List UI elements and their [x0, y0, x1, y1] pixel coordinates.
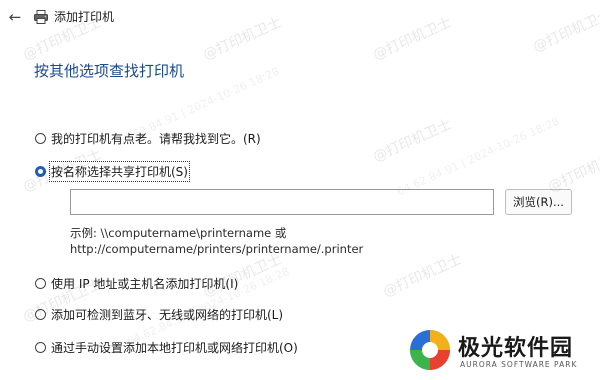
radio-button[interactable] — [35, 341, 46, 353]
brand-name: 极光软件园 — [458, 336, 574, 361]
radio-button[interactable] — [35, 132, 46, 144]
title-bar: ← 添加打印机 — [0, 0, 600, 34]
browse-button[interactable]: 浏览(R)... — [505, 189, 572, 215]
option-ip-address[interactable]: 使用 IP 地址或主机名添加打印机(I) — [35, 273, 238, 293]
window-title: 添加打印机 — [54, 10, 115, 24]
option-label: 使用 IP 地址或主机名添加打印机(I) — [51, 276, 239, 291]
watermark-sub: 64.62.84.91 | 2024-10-26 18:28 — [394, 114, 562, 199]
back-arrow-icon[interactable]: ← — [6, 8, 24, 26]
option-shared-by-name[interactable]: 按名称选择共享打印机(S) — [35, 160, 190, 182]
page-heading: 按其他选项查找打印机 — [34, 62, 185, 80]
example-line-1: 示例: \\computername\printername 或 — [70, 226, 287, 240]
watermark: @打印机卫士 — [380, 251, 465, 301]
radio-button[interactable] — [35, 277, 46, 289]
aurora-logo-icon — [410, 330, 450, 370]
example-line-2: http://computername/printers/printername… — [70, 242, 364, 256]
printer-icon — [34, 10, 48, 24]
option-label: 我的打印机有点老。请帮我找到它。(R) — [51, 131, 261, 146]
shared-printer-name-input[interactable] — [70, 189, 494, 215]
option-old-printer[interactable]: 我的打印机有点老。请帮我找到它。(R) — [35, 128, 261, 148]
brand-logo: 极光软件园 AURORA SOFTWARE PARK — [408, 326, 598, 378]
option-label: 添加可检测到蓝牙、无线或网络的打印机(L) — [51, 307, 284, 322]
option-label: 通过手动设置添加本地打印机或网络打印机(O) — [51, 340, 298, 355]
option-bluetooth-wireless[interactable]: 添加可检测到蓝牙、无线或网络的打印机(L) — [35, 304, 283, 324]
option-manual-local[interactable]: 通过手动设置添加本地打印机或网络打印机(O) — [35, 337, 298, 357]
radio-button[interactable] — [35, 308, 46, 320]
radio-button-selected[interactable] — [35, 165, 46, 177]
watermark: @打印机卫士 — [370, 116, 455, 166]
option-label: 按名称选择共享打印机(S) — [49, 160, 190, 182]
brand-subtitle: AURORA SOFTWARE PARK — [460, 360, 578, 369]
